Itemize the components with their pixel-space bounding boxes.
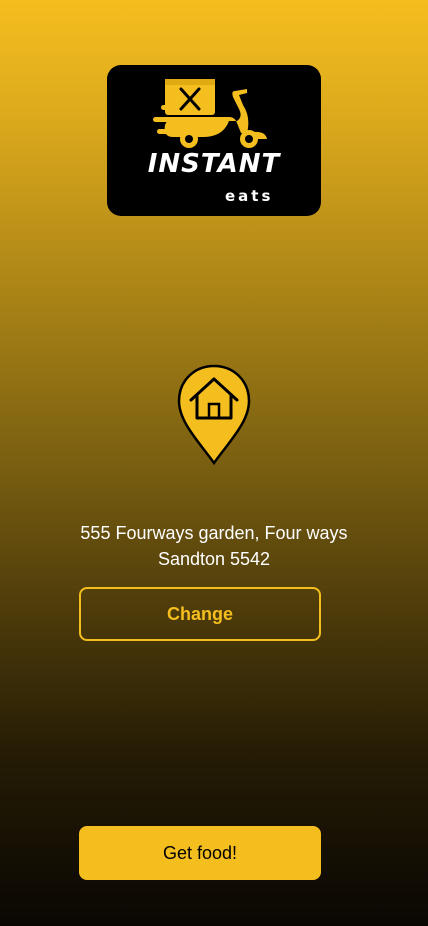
home-location-pin-icon <box>177 364 251 466</box>
get-food-button[interactable]: Get food! <box>79 826 321 880</box>
address-line-1: 555 Fourways garden, Four ways <box>80 523 348 543</box>
delivery-address: 555 Fourways garden, Four ways Sandton 5… <box>44 520 384 572</box>
brand-name: INSTANT <box>147 149 281 179</box>
delivery-scooter-icon <box>153 79 267 148</box>
brand-logo: INSTANT eats <box>107 65 321 216</box>
brand-tagline: eats <box>225 187 274 205</box>
change-address-button[interactable]: Change <box>79 587 321 641</box>
address-line-2: Sandton 5542 <box>157 549 271 569</box>
